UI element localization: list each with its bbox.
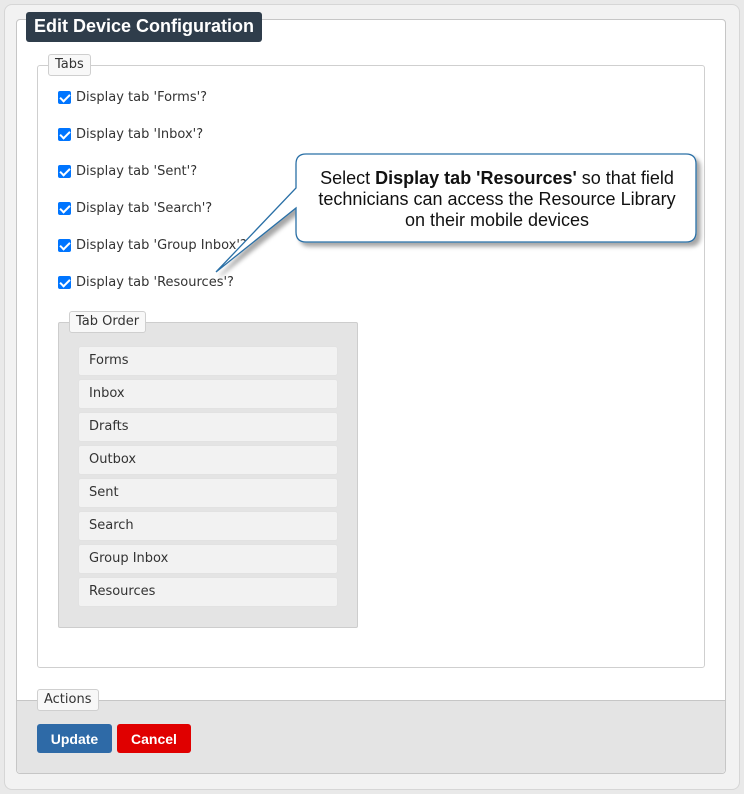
callout-prefix: Select [320,167,376,188]
callout-bubble [215,153,697,273]
callout-text: Select Display tab 'Resources' so that f… [298,156,696,242]
callout-bold: Display tab 'Resources' [375,167,577,188]
